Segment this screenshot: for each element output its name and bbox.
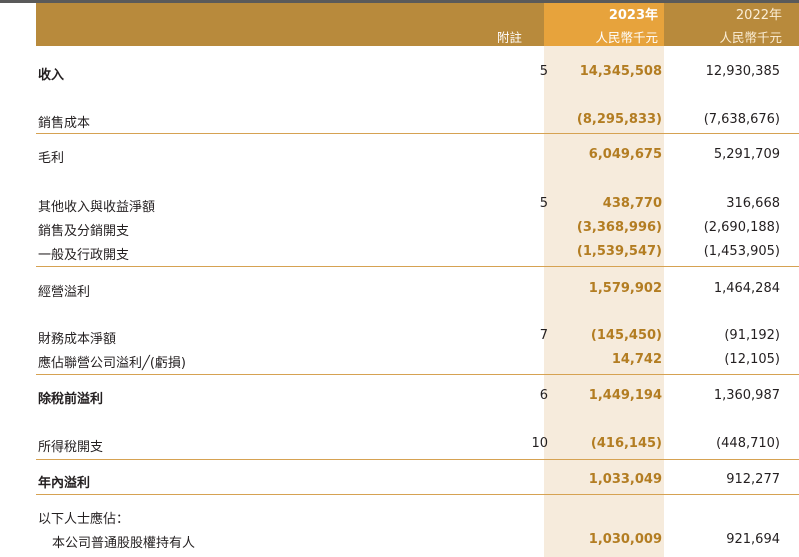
row-current-value: 14,742 <box>611 352 662 367</box>
row-label: 應佔聯營公司溢利╱(虧損) <box>38 356 186 371</box>
row-label: 財務成本淨額 <box>38 332 117 347</box>
current-year-label: 2023年 <box>608 8 658 23</box>
table-row-admin-expenses: 一般及行政開支 (1,539,547) (1,453,905) <box>36 244 799 264</box>
row-previous-value: (1,453,905) <box>703 244 780 259</box>
current-unit-label: 人民幣千元 <box>595 30 658 45</box>
row-previous-value: 1,360,987 <box>713 388 780 403</box>
row-label: 所得稅開支 <box>38 440 104 455</box>
row-label: 本公司普通股股權持有人 <box>52 536 196 551</box>
row-current-value: 14,345,508 <box>579 64 662 79</box>
row-current-value: (416,145) <box>590 436 662 451</box>
table-row-gross-profit: 毛利 6,049,675 5,291,709 <box>36 147 799 167</box>
table-row-finance-costs: 財務成本淨額 7 (145,450) (91,192) <box>36 328 799 348</box>
row-current-value: 438,770 <box>602 196 662 211</box>
table-row-cost-of-sales: 銷售成本 (8,295,833) (7,638,676) <box>36 112 799 132</box>
row-current-value: 6,049,675 <box>588 147 662 162</box>
table-row-other-income: 其他收入與收益淨額 5 438,770 316,668 <box>36 196 799 216</box>
row-note: 7 <box>539 328 548 343</box>
row-current-value: 1,033,049 <box>588 472 662 487</box>
row-label: 除稅前溢利 <box>38 392 104 407</box>
row-previous-value: (12,105) <box>724 352 780 367</box>
row-label: 收入 <box>38 68 65 83</box>
row-label: 銷售及分銷開支 <box>38 224 130 239</box>
row-note: 5 <box>539 64 548 79</box>
table-row-income-tax: 所得稅開支 10 (416,145) (448,710) <box>36 436 799 456</box>
divider <box>36 459 799 460</box>
row-previous-value: (448,710) <box>716 436 780 451</box>
row-label: 經營溢利 <box>38 285 91 300</box>
row-label: 銷售成本 <box>38 116 91 131</box>
row-previous-value: 912,277 <box>726 472 780 487</box>
table-header: 附註 2023年 人民幣千元 2022年 人民幣千元 <box>36 3 799 46</box>
table-row-operating-profit: 經營溢利 1,579,902 1,464,284 <box>36 281 799 301</box>
previous-year-label: 2022年 <box>735 8 782 23</box>
row-previous-value: (91,192) <box>724 328 780 343</box>
row-previous-value: 316,668 <box>726 196 780 211</box>
row-previous-value: 5,291,709 <box>713 147 780 162</box>
table-row-profit-for-year: 年內溢利 1,033,049 912,277 <box>36 472 799 492</box>
table-row-associates-share: 應佔聯營公司溢利╱(虧損) 14,742 (12,105) <box>36 352 799 372</box>
row-current-value: 1,449,194 <box>588 388 662 403</box>
row-previous-value: 921,694 <box>726 532 780 547</box>
row-previous-value: (2,690,188) <box>703 220 780 235</box>
row-note: 6 <box>539 388 548 403</box>
table-row-revenue: 收入 5 14,345,508 12,930,385 <box>36 64 799 84</box>
row-label: 以下人士應佔： <box>38 512 130 527</box>
previous-unit-label: 人民幣千元 <box>719 30 782 45</box>
divider <box>36 266 799 267</box>
divider <box>36 133 799 134</box>
row-previous-value: 12,930,385 <box>705 64 780 79</box>
note-column-header: 附註 <box>496 30 522 45</box>
row-note: 10 <box>531 436 548 451</box>
divider <box>36 494 799 495</box>
row-label: 其他收入與收益淨額 <box>38 200 156 215</box>
row-current-value: 1,030,009 <box>588 532 662 547</box>
table-row-attributable-to: 以下人士應佔： <box>36 508 799 528</box>
table-row-profit-before-tax: 除稅前溢利 6 1,449,194 1,360,987 <box>36 388 799 408</box>
table-row-equity-holders: 本公司普通股股權持有人 1,030,009 921,694 <box>36 532 799 552</box>
table-row-selling-expenses: 銷售及分銷開支 (3,368,996) (2,690,188) <box>36 220 799 240</box>
row-current-value: 1,579,902 <box>588 281 662 296</box>
row-note: 5 <box>539 196 548 211</box>
row-current-value: (8,295,833) <box>576 112 662 127</box>
row-label: 一般及行政開支 <box>38 248 130 263</box>
divider <box>36 374 799 375</box>
row-label: 毛利 <box>38 151 65 166</box>
row-previous-value: (7,638,676) <box>703 112 780 127</box>
row-current-value: (145,450) <box>590 328 662 343</box>
row-current-value: (3,368,996) <box>576 220 662 235</box>
row-previous-value: 1,464,284 <box>713 281 780 296</box>
row-current-value: (1,539,547) <box>576 244 662 259</box>
current-year-column-header: 2023年 人民幣千元 <box>544 3 664 46</box>
row-label: 年內溢利 <box>38 476 91 491</box>
